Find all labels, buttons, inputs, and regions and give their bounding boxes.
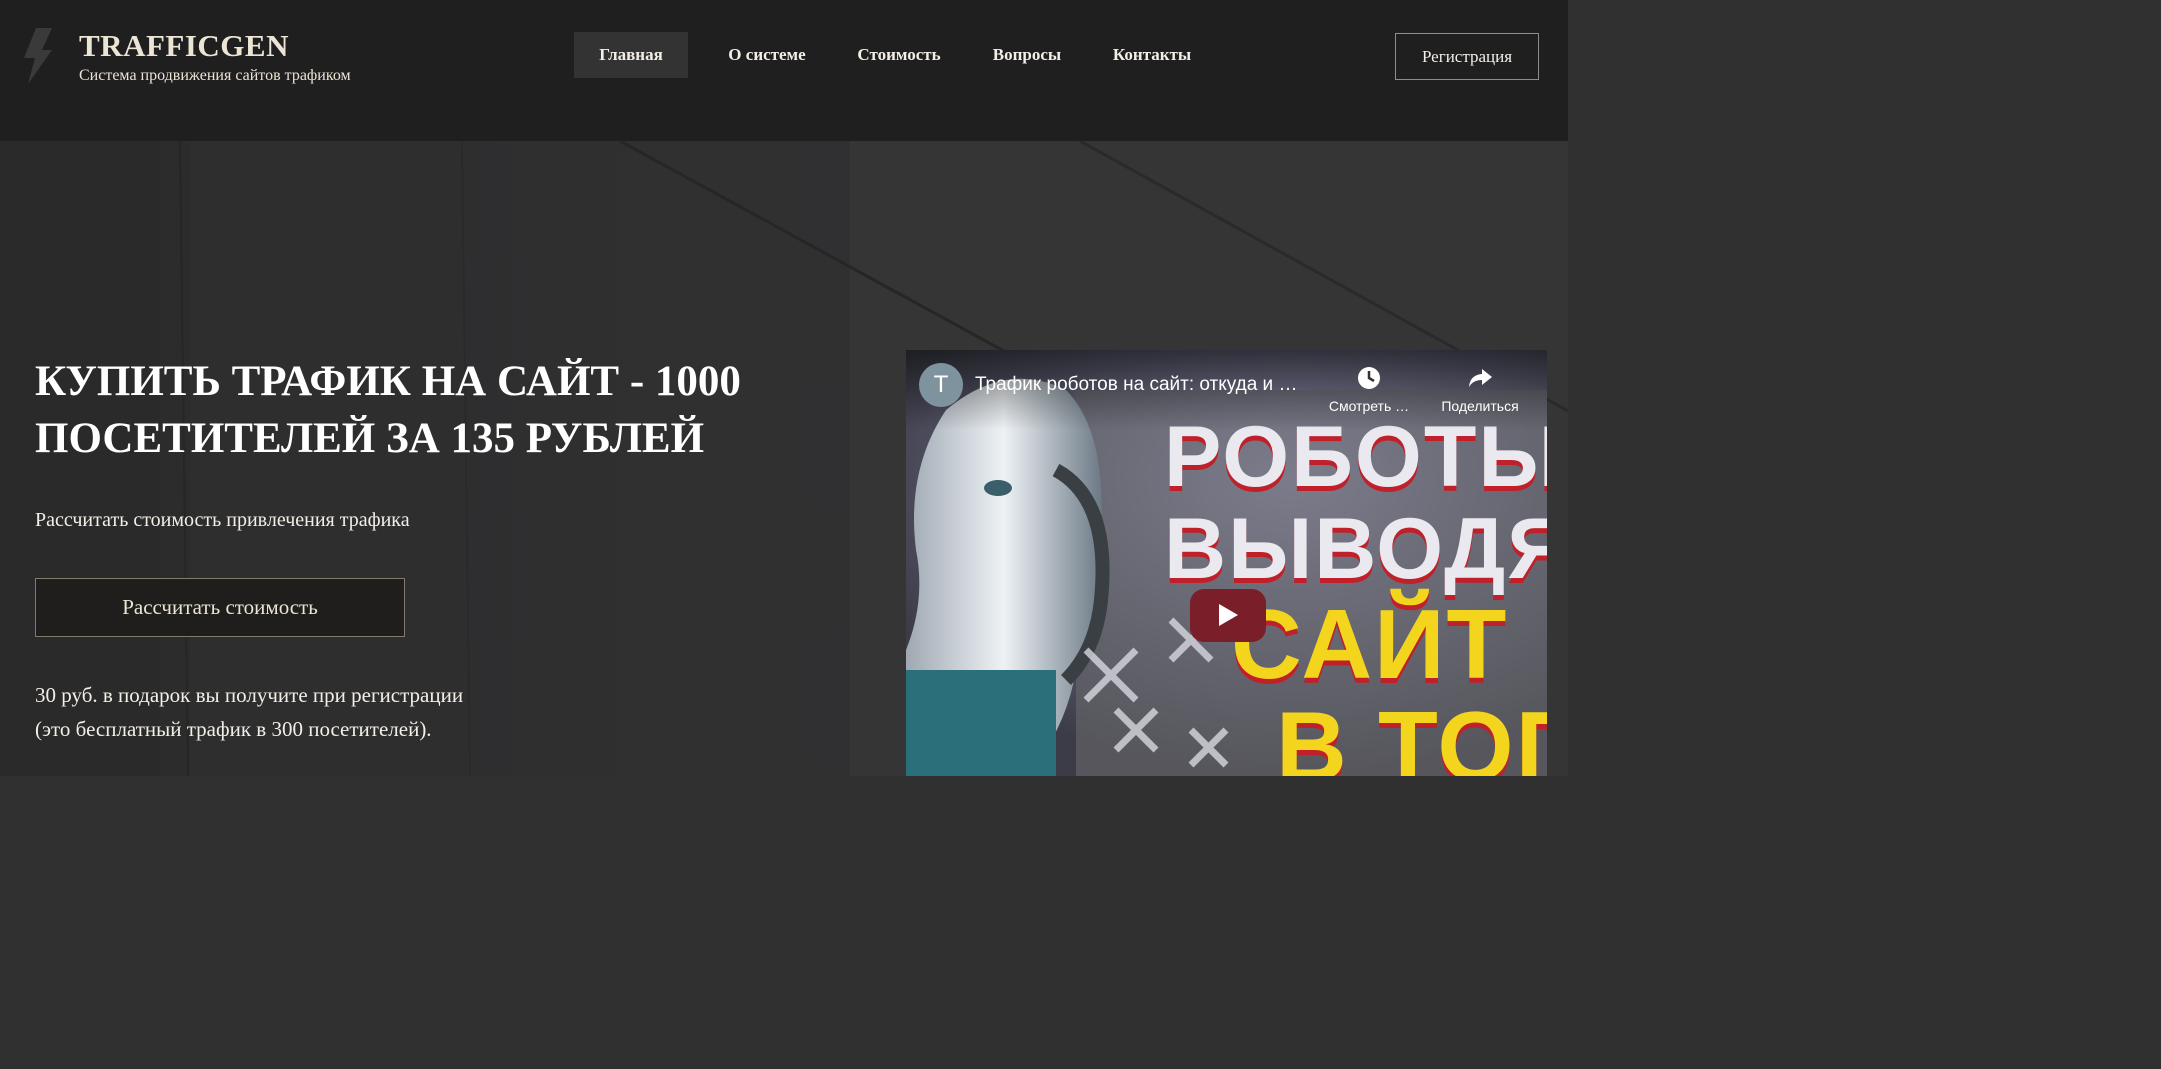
nav-item-contacts[interactable]: Контакты	[1100, 32, 1204, 78]
nav-item-home[interactable]: Главная	[574, 32, 688, 78]
bonus-line-2: (это бесплатный трафик в 300 посетителей…	[35, 717, 432, 741]
channel-avatar[interactable]: T	[919, 363, 963, 407]
play-button[interactable]	[1190, 589, 1266, 642]
brand-name[interactable]: TRAFFICGEN	[79, 28, 289, 64]
hero-section: КУПИТЬ ТРАФИК НА САЙТ - 1000 ПОСЕТИТЕЛЕЙ…	[0, 141, 1568, 776]
nav-item-about[interactable]: О системе	[712, 32, 822, 78]
hero-lead-text: Рассчитать стоимость привлечения трафика	[35, 509, 410, 531]
thumbnail-text-3: САЙТ	[1231, 589, 1509, 699]
hero-heading: КУПИТЬ ТРАФИК НА САЙТ - 1000 ПОСЕТИТЕЛЕЙ…	[35, 358, 741, 462]
bonus-line-1: 30 руб. в подарок вы получите при регист…	[35, 683, 464, 707]
share-button[interactable]: Поделиться	[1432, 364, 1528, 414]
play-icon	[1219, 604, 1238, 626]
video-title[interactable]: Трафик роботов на сайт: откуда и …	[975, 374, 1315, 396]
calculate-cost-button[interactable]: Рассчитать стоимость	[35, 578, 405, 637]
watch-later-button[interactable]: Смотреть …	[1323, 364, 1415, 414]
share-label: Поделиться	[1441, 398, 1519, 414]
nav-item-faq[interactable]: Вопросы	[978, 32, 1076, 78]
register-button[interactable]: Регистрация	[1395, 33, 1539, 80]
thumbnail-text-2: ВЫВОДЯ	[1164, 501, 1547, 597]
share-arrow-icon	[1469, 369, 1492, 387]
watch-later-label: Смотреть …	[1328, 398, 1410, 414]
video-embed[interactable]: РОБОТЫ ВЫВОДЯ САЙТ В ТОП T Трафик робото…	[906, 350, 1547, 776]
site-header: TRAFFICGEN Система продвижения сайтов тр…	[0, 0, 1568, 141]
nav-item-pricing[interactable]: Стоимость	[843, 32, 955, 78]
bonus-text: 30 руб. в подарок вы получите при регист…	[35, 678, 463, 746]
brand-tagline: Система продвижения сайтов трафиком	[79, 67, 351, 84]
thumbnail-text-4: В ТОП	[1276, 691, 1547, 776]
lightning-bolt-icon	[24, 28, 52, 84]
clock-icon	[1358, 367, 1380, 389]
